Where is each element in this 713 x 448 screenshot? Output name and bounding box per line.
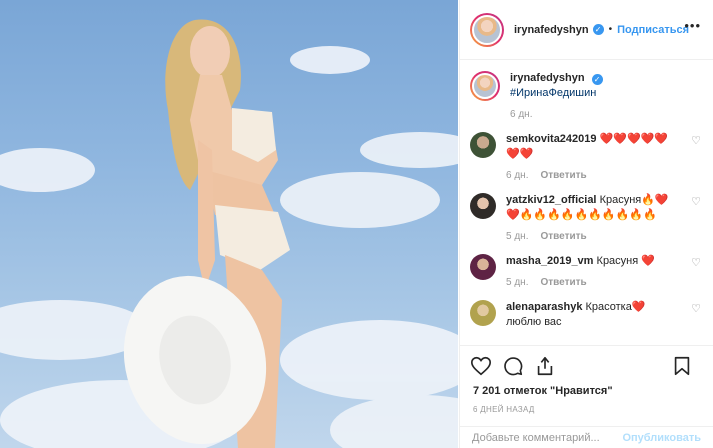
post-header: irynafedyshyn ✓ • Подписаться ••• bbox=[460, 0, 713, 60]
author-avatar[interactable] bbox=[470, 12, 504, 47]
post-photo[interactable] bbox=[0, 0, 458, 448]
share-icon[interactable] bbox=[534, 355, 556, 377]
comment-username[interactable]: yatzkiv12_official bbox=[506, 194, 597, 206]
comment-item: masha_2019_vm Красуня ❤️ 5 дн. Ответить ♡ bbox=[470, 254, 703, 290]
comment-username[interactable]: alenaparashyk bbox=[506, 301, 582, 313]
comment-age: 5 дн. bbox=[506, 277, 529, 288]
commenter-avatar[interactable] bbox=[470, 132, 496, 158]
post-time: 6 ДНЕЙ НАЗАД bbox=[473, 405, 535, 414]
comment-username[interactable]: semkovita242019 bbox=[506, 133, 597, 145]
likes-count[interactable]: 7 201 отметок "Нравится" bbox=[473, 385, 613, 397]
commenter-avatar[interactable] bbox=[470, 300, 496, 326]
comment-item: semkovita242019 ❤️❤️❤️❤️❤️❤️❤️ 6 дн. Отве… bbox=[470, 132, 703, 183]
caption: irynafedyshyn ✓ #ИринаФедишин 6 дн. bbox=[470, 71, 703, 122]
post-actions bbox=[470, 352, 703, 380]
verified-icon: ✓ bbox=[592, 24, 604, 35]
verified-icon: ✓ bbox=[591, 74, 603, 85]
like-comment-heart-icon[interactable]: ♡ bbox=[691, 302, 701, 315]
like-comment-heart-icon[interactable]: ♡ bbox=[691, 256, 701, 269]
comment-icon[interactable] bbox=[502, 355, 524, 377]
caption-age: 6 дн. bbox=[510, 109, 533, 120]
commenter-avatar[interactable] bbox=[470, 193, 496, 219]
like-comment-heart-icon[interactable]: ♡ bbox=[691, 134, 701, 147]
bookmark-icon[interactable] bbox=[671, 355, 693, 377]
reply-button[interactable]: Ответить bbox=[540, 231, 586, 242]
caption-avatar[interactable] bbox=[470, 71, 500, 101]
comments-list[interactable]: irynafedyshyn ✓ #ИринаФедишин 6 дн. semk… bbox=[460, 61, 713, 346]
comment-input[interactable] bbox=[472, 431, 623, 444]
heart-icon[interactable] bbox=[470, 355, 492, 377]
add-comment-bar: Опубликовать bbox=[460, 426, 713, 448]
caption-hashtag[interactable]: #ИринаФедишин bbox=[510, 87, 596, 99]
caption-username[interactable]: irynafedyshyn bbox=[510, 72, 585, 84]
author-username[interactable]: irynafedyshyn bbox=[514, 24, 589, 36]
more-icon[interactable]: ••• bbox=[684, 18, 701, 33]
publish-button[interactable]: Опубликовать bbox=[622, 432, 701, 444]
reply-button[interactable]: Ответить bbox=[540, 170, 586, 181]
like-comment-heart-icon[interactable]: ♡ bbox=[691, 195, 701, 208]
photo-illustration bbox=[0, 19, 458, 448]
post-side-panel: irynafedyshyn ✓ • Подписаться ••• irynaf… bbox=[459, 0, 713, 448]
comment-text: Красуня ❤️ bbox=[596, 255, 655, 267]
comment-item: alenaparashyk Красотка❤️ люблю вас ♡ bbox=[470, 300, 703, 330]
comment-item: yatzkiv12_official Красуня🔥❤️❤️🔥🔥🔥🔥🔥🔥🔥🔥🔥… bbox=[470, 193, 703, 244]
comment-age: 6 дн. bbox=[506, 170, 529, 181]
commenter-avatar[interactable] bbox=[470, 254, 496, 280]
reply-button[interactable]: Ответить bbox=[540, 277, 586, 288]
follow-button[interactable]: Подписаться bbox=[617, 24, 689, 36]
comment-age: 5 дн. bbox=[506, 231, 529, 242]
separator-dot: • bbox=[608, 24, 613, 35]
comment-username[interactable]: masha_2019_vm bbox=[506, 255, 593, 267]
